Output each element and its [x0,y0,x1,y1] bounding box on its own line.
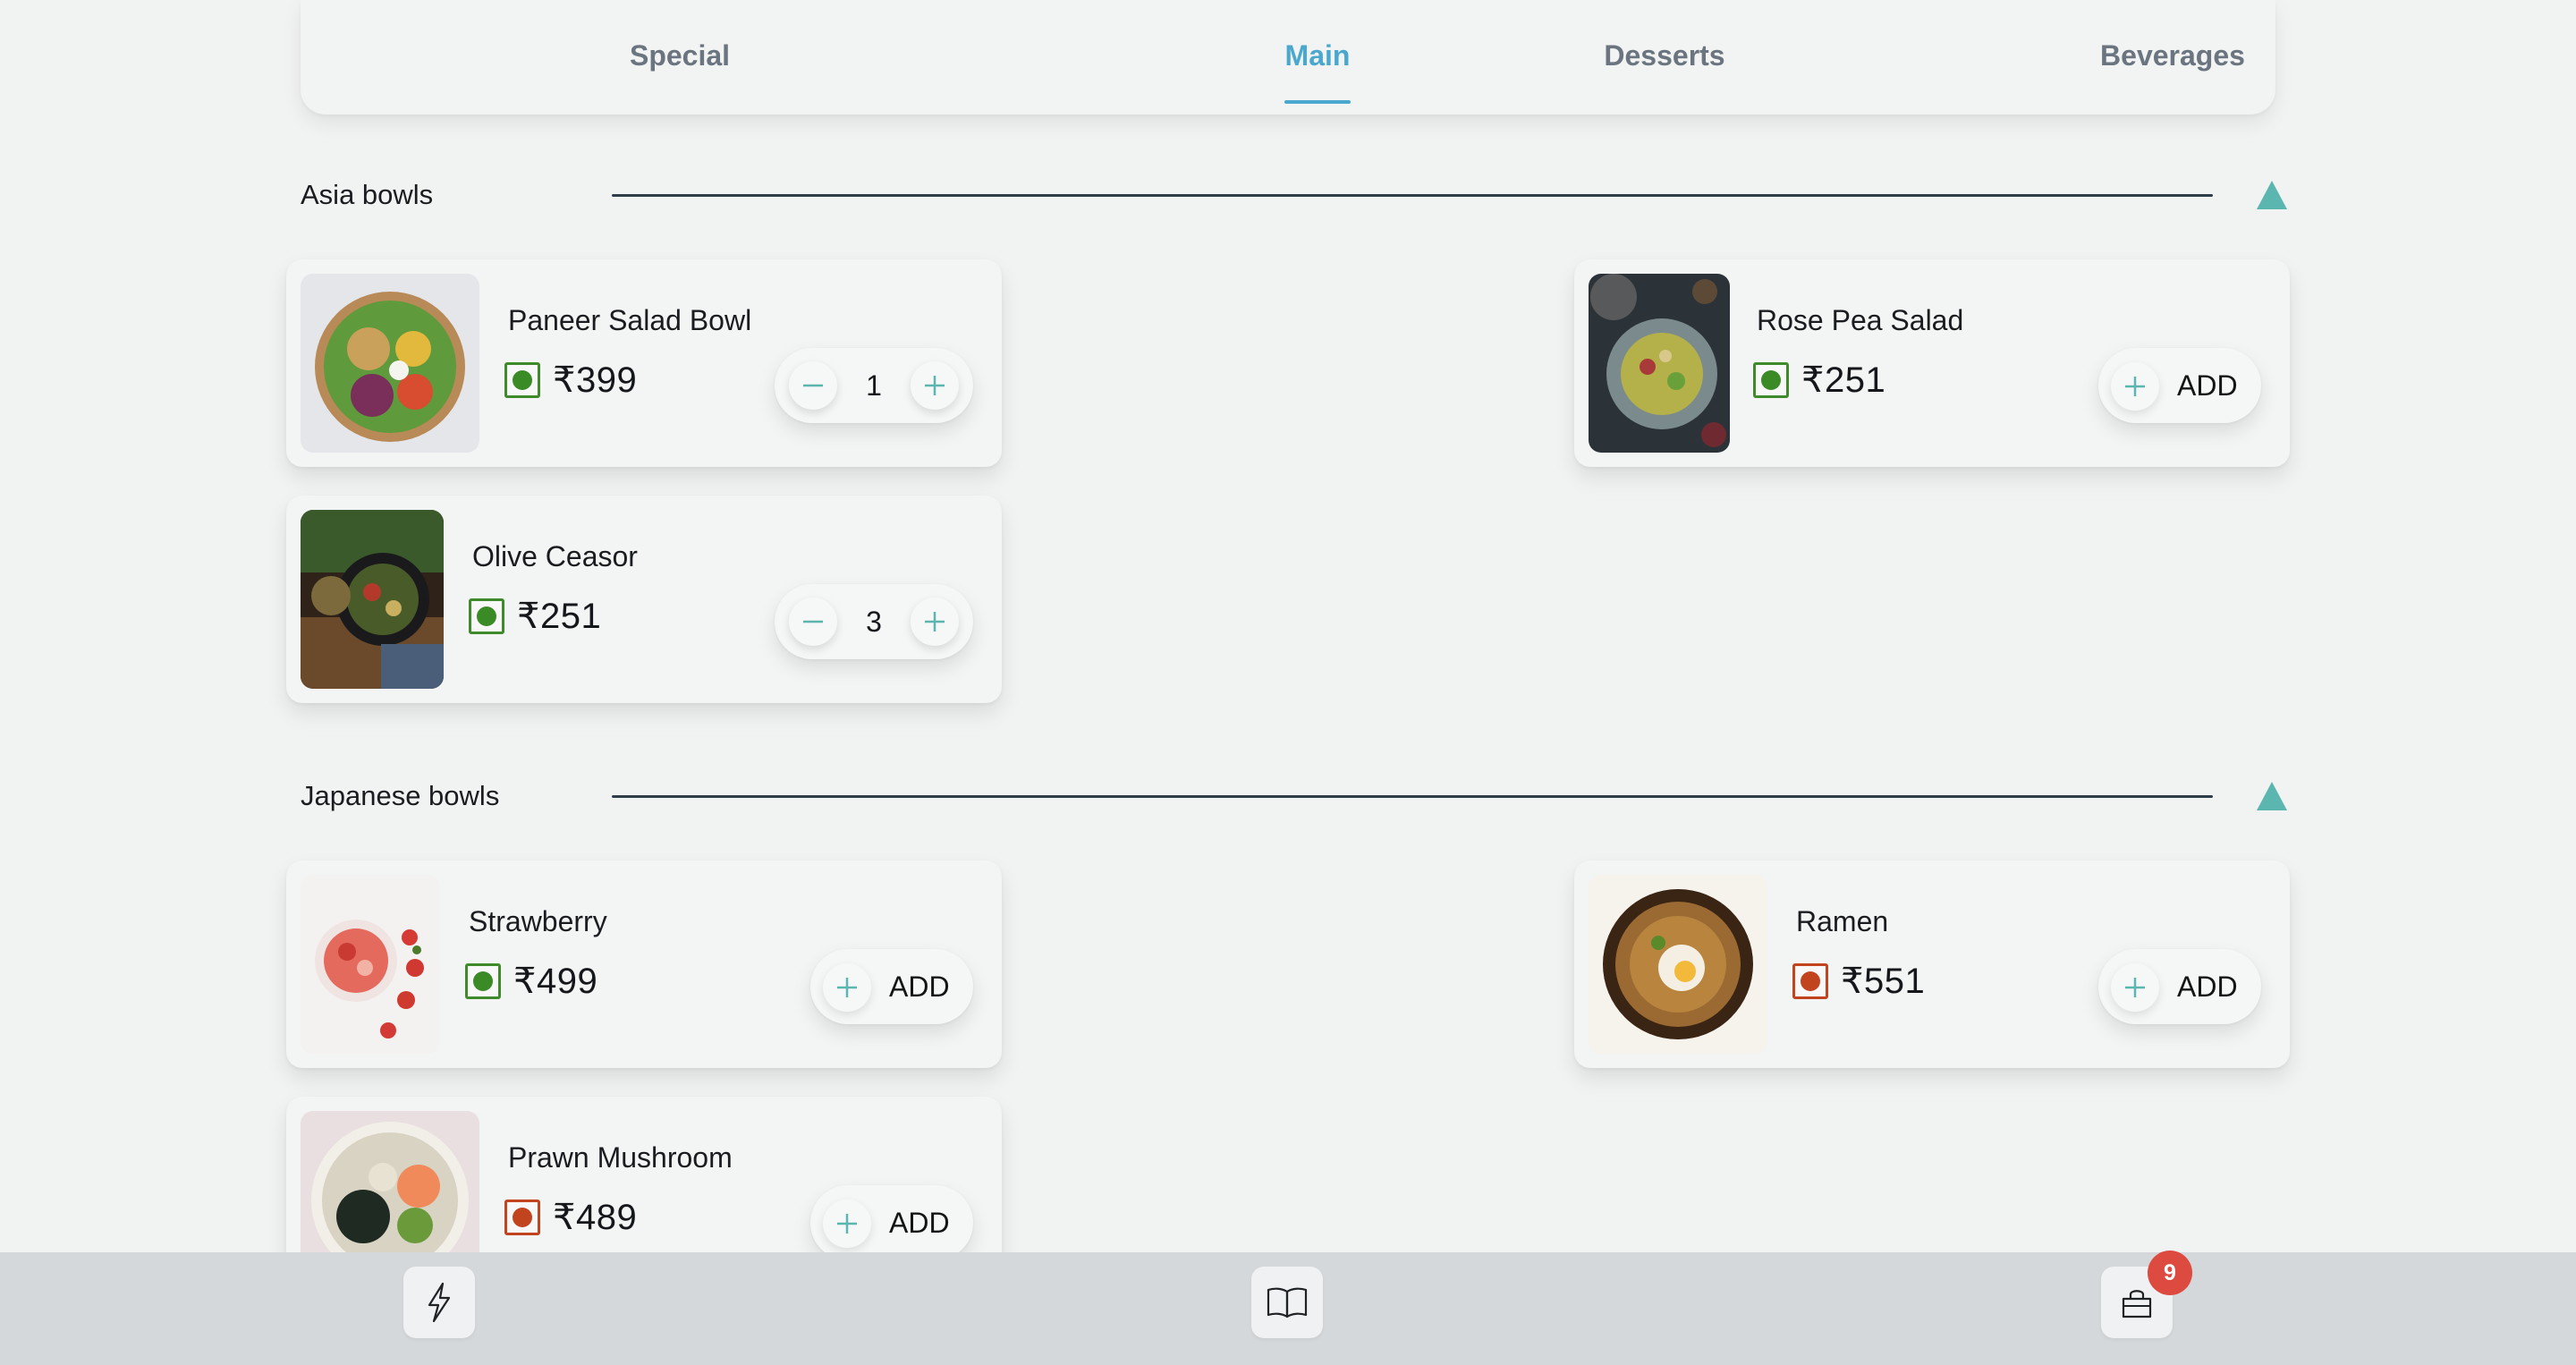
item-photo [301,875,440,1054]
add-button[interactable]: ADD [2098,949,2261,1024]
veg-icon [504,362,540,398]
shopping-bag-icon [2122,1290,2152,1318]
tab-beverages[interactable]: Beverages [1994,0,2351,114]
section-divider [612,194,2213,197]
plus-icon [837,978,857,997]
item-name: Rose Pea Salad [1757,304,1964,336]
triangle-up-icon[interactable] [2254,778,2290,814]
item-price: ₹551 [1841,962,1926,1001]
minus-icon [803,384,823,387]
tab-desserts[interactable]: Desserts [1486,0,1843,114]
add-label: ADD [2177,971,2238,1003]
item-photo [301,510,444,689]
section-title: Japanese bowls [301,780,500,811]
tab-main[interactable]: Main [1139,0,1496,114]
item-price: ₹489 [553,1198,638,1237]
plus-circle [2111,362,2159,411]
menu-item-card: Paneer Salad Bowl ₹399 1 [286,259,1002,467]
plus-icon [925,612,945,632]
item-price: ₹399 [553,360,638,400]
item-name: Olive Ceasor [472,540,638,572]
price-row: ₹499 [465,961,597,1002]
nav-cart-button[interactable]: 9 [2101,1251,2192,1338]
section-header-asia-bowls: Asia bowls [301,168,2290,222]
lightning-icon [428,1282,451,1323]
quantity-value: 3 [866,606,882,638]
add-button[interactable]: ADD [810,1185,973,1260]
add-button[interactable]: ADD [810,949,973,1024]
add-label: ADD [889,1207,950,1239]
item-price: ₹251 [1801,360,1886,400]
quantity-stepper: 3 [775,584,973,659]
item-name: Prawn Mushroom [508,1141,733,1174]
cart-count-badge: 9 [2148,1251,2192,1295]
menu-item-card: Ramen ₹551 ADD [1574,861,2290,1068]
quantity-value: 1 [866,369,882,402]
item-name: Strawberry [469,905,607,937]
plus-circle [823,1200,871,1248]
plus-icon [2125,377,2145,396]
item-name: Ramen [1796,905,1889,937]
add-label: ADD [2177,369,2238,402]
menu-item-card: Rose Pea Salad ₹251 ADD [1574,259,2290,467]
veg-icon [469,598,504,634]
price-row: ₹251 [469,596,601,637]
bottom-navigation: 9 [0,1251,2576,1365]
category-tab-bar: Special Main Desserts Beverages [301,0,2275,114]
price-row: ₹551 [1792,961,1925,1002]
triangle-up-icon[interactable] [2254,177,2290,213]
section-header-japanese-bowls: Japanese bowls [301,769,2290,823]
add-label: ADD [889,971,950,1003]
item-photo [1589,274,1730,453]
section-divider [612,795,2213,798]
increase-button[interactable] [911,361,959,410]
item-price: ₹251 [517,597,602,636]
item-photo [1589,875,1767,1054]
price-row: ₹489 [504,1197,637,1238]
plus-icon [2125,978,2145,997]
add-button[interactable]: ADD [2098,348,2261,423]
item-photo [301,274,479,453]
nonveg-icon [504,1200,540,1235]
section-title: Asia bowls [301,179,434,210]
decrease-button[interactable] [789,361,837,410]
plus-circle [823,963,871,1012]
price-row: ₹251 [1753,360,1885,401]
veg-icon [1753,362,1789,398]
menu-item-card: Olive Ceasor ₹251 3 [286,496,1002,703]
decrease-button[interactable] [789,598,837,646]
book-icon [1267,1287,1308,1318]
nav-menu-button[interactable] [1251,1267,1323,1338]
price-row: ₹399 [504,360,637,401]
minus-icon [803,620,823,623]
quantity-stepper: 1 [775,348,973,423]
plus-icon [837,1214,857,1234]
item-name: Paneer Salad Bowl [508,304,752,336]
veg-icon [465,963,501,999]
nav-specials-button[interactable] [403,1267,475,1338]
increase-button[interactable] [911,598,959,646]
nonveg-icon [1792,963,1828,999]
plus-icon [925,376,945,395]
menu-item-card: Strawberry ₹499 ADD [286,861,1002,1068]
plus-circle [2111,963,2159,1012]
item-price: ₹499 [513,962,598,1001]
tab-special[interactable]: Special [501,0,859,114]
